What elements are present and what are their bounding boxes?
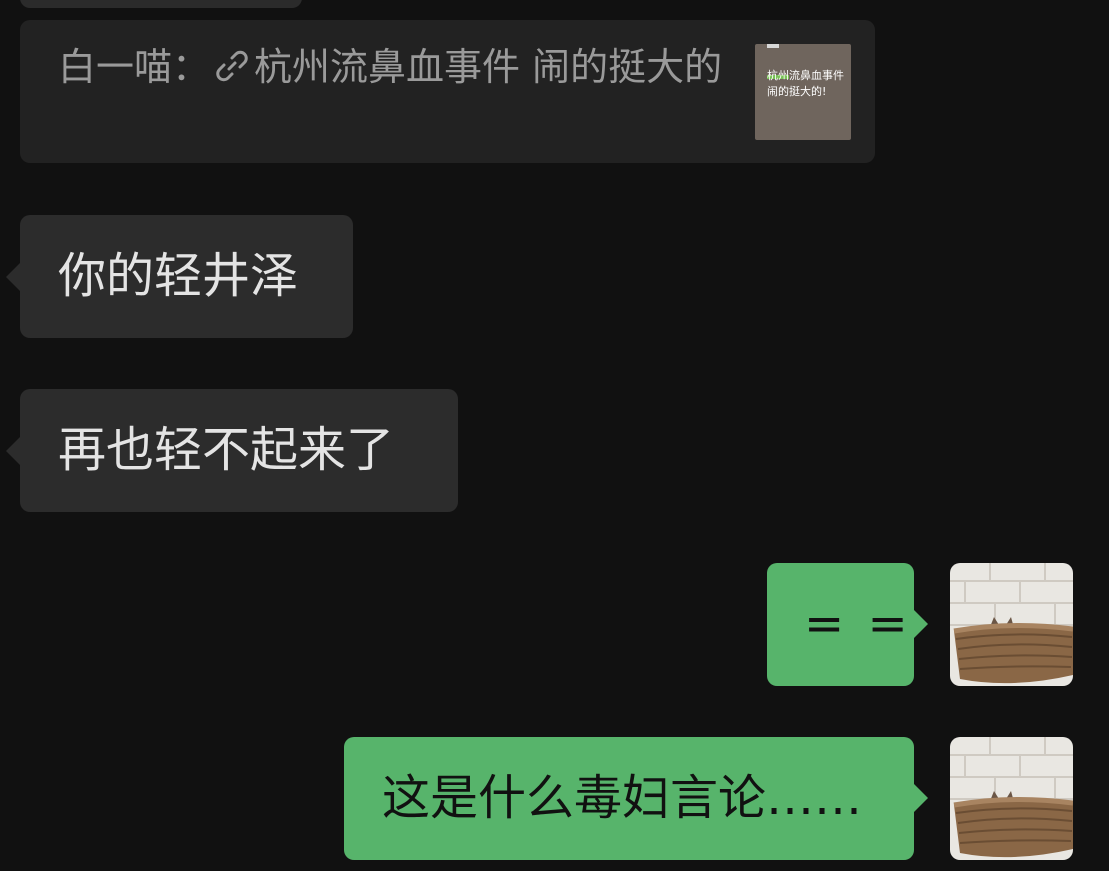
incoming-message-bubble[interactable]: 再也轻不起来了: [6, 389, 458, 512]
quoted-link-message[interactable]: 白一喵： 杭州流鼻血事件 闹的挺大的 杭州流鼻血事件 闹的挺大的!: [20, 20, 875, 163]
link-icon: [216, 50, 248, 82]
self-avatar[interactable]: [950, 737, 1073, 860]
outgoing-message-bubble[interactable]: 这是什么毒妇言论……: [344, 737, 928, 860]
cat-in-basket-avatar-image: [950, 563, 1073, 686]
self-avatar[interactable]: [950, 563, 1073, 686]
quote-thumbnail[interactable]: 杭州流鼻血事件 闹的挺大的!: [755, 44, 851, 140]
quote-separator: ：: [172, 45, 211, 89]
chat-view: 白一喵： 杭州流鼻血事件 闹的挺大的 杭州流鼻血事件 闹的挺大的! 你的轻井泽 …: [0, 0, 1109, 871]
previous-message-bubble[interactable]: [20, 0, 302, 8]
message-text: = =: [804, 596, 912, 652]
incoming-message-bubble[interactable]: 你的轻井泽: [6, 215, 353, 338]
quote-title: 杭州流鼻血事件 闹的挺大的: [254, 45, 723, 89]
thumbnail-caption: 杭州流鼻血事件 闹的挺大的!: [767, 69, 844, 98]
cat-in-basket-avatar-image: [950, 737, 1073, 860]
message-text: 这是什么毒妇言论……: [382, 770, 863, 826]
quote-text: 白一喵： 杭州流鼻血事件 闹的挺大的: [58, 42, 748, 92]
message-text: 再也轻不起来了: [58, 422, 395, 478]
outgoing-message-bubble[interactable]: = =: [767, 563, 928, 686]
quote-sender: 白一喵: [58, 45, 173, 89]
thumbnail-dots: [767, 44, 779, 48]
message-text: 你的轻井泽: [58, 248, 299, 304]
